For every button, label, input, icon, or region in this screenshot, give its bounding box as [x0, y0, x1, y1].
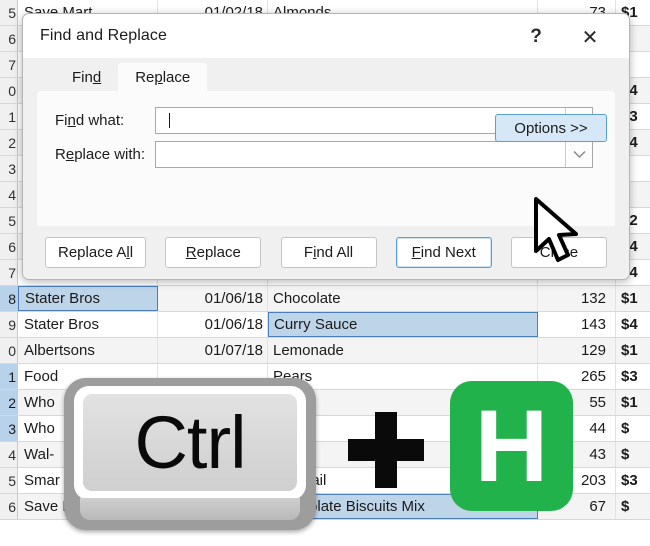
replace-all-button[interactable]: Replace All — [45, 237, 146, 268]
cell-amount[interactable]: $1 — [616, 390, 650, 415]
cell-amount[interactable]: $4 — [616, 312, 650, 337]
row-header[interactable]: 5 — [0, 0, 18, 25]
ctrl-keycap-graphic: Ctrl — [64, 378, 316, 530]
options-button[interactable]: Options >> — [495, 114, 607, 142]
tab-find[interactable]: Find — [55, 63, 118, 91]
row-header[interactable]: 4 — [0, 442, 18, 467]
row-header[interactable]: 2 — [0, 390, 18, 415]
cell-amount[interactable]: $ — [616, 416, 650, 441]
replace-button[interactable]: Replace — [165, 237, 261, 268]
cell-item[interactable]: Chocolate — [268, 286, 538, 311]
find-next-button[interactable]: Find Next — [396, 237, 492, 268]
close-button[interactable]: Close — [511, 237, 607, 268]
row-header[interactable]: 6 — [0, 234, 18, 259]
row-header[interactable]: 8 — [0, 286, 18, 311]
row-header[interactable]: 3 — [0, 156, 18, 181]
row-header[interactable]: 7 — [0, 260, 18, 285]
row-header[interactable]: 5 — [0, 468, 18, 493]
dialog-title: Find and Replace — [23, 27, 167, 45]
find-and-replace-dialog: Find and Replace ? ✕ FindReplace Find wh… — [22, 13, 630, 280]
ctrl-key-label: Ctrl — [134, 406, 245, 480]
table-row[interactable]: 8Stater Bros01/06/18Chocolate132$1 — [0, 286, 650, 312]
cell-store[interactable]: Stater Bros — [18, 286, 158, 311]
cell-quantity[interactable]: 132 — [538, 286, 616, 311]
row-header[interactable]: 3 — [0, 416, 18, 441]
cell-quantity[interactable]: 143 — [538, 312, 616, 337]
plus-sign-icon — [348, 412, 424, 488]
help-question-icon[interactable]: ? — [519, 24, 553, 50]
cell-amount[interactable]: $1 — [616, 286, 650, 311]
tab-replace[interactable]: Replace — [118, 63, 207, 91]
chevron-down-icon[interactable] — [565, 142, 592, 167]
cell-amount[interactable]: $ — [616, 494, 650, 519]
row-header[interactable]: 9 — [0, 312, 18, 337]
row-header[interactable]: 2 — [0, 130, 18, 155]
row-header[interactable]: 6 — [0, 494, 18, 519]
cell-quantity[interactable]: 129 — [538, 338, 616, 363]
cell-amount[interactable]: $3 — [616, 364, 650, 389]
row-header[interactable]: 6 — [0, 26, 18, 51]
row-header[interactable]: 0 — [0, 338, 18, 363]
row-header[interactable]: 4 — [0, 182, 18, 207]
cell-item[interactable]: Curry Sauce — [268, 312, 538, 337]
row-header[interactable]: 7 — [0, 52, 18, 77]
table-row[interactable]: 0Albertsons01/07/18Lemonade129$1 — [0, 338, 650, 364]
cell-date[interactable]: 01/07/18 — [158, 338, 268, 363]
cell-date[interactable]: 01/06/18 — [158, 312, 268, 337]
row-header[interactable]: 1 — [0, 104, 18, 129]
replace-with-row: Replace with: — [37, 139, 615, 169]
row-header[interactable]: 0 — [0, 78, 18, 103]
find-all-button[interactable]: Find All — [281, 237, 377, 268]
table-row[interactable]: 9Stater Bros01/06/18Curry Sauce143$4 — [0, 312, 650, 338]
h-key-badge: H — [450, 381, 573, 511]
dialog-tabs[interactable]: FindReplace — [23, 58, 629, 91]
replace-with-label: Replace with: — [37, 146, 155, 163]
row-header[interactable]: 5 — [0, 208, 18, 233]
h-key-label: H — [475, 395, 549, 497]
row-header[interactable]: 1 — [0, 364, 18, 389]
find-what-label: Find what: — [37, 112, 155, 129]
cell-store[interactable]: Stater Bros — [18, 312, 158, 337]
cell-amount[interactable]: $1 — [616, 338, 650, 363]
dialog-footer: Replace All Replace Find All Find Next Close — [23, 226, 629, 279]
replace-with-input[interactable] — [155, 141, 593, 168]
close-icon[interactable]: ✕ — [573, 24, 607, 50]
dialog-title-bar: Find and Replace ? ✕ — [23, 14, 629, 58]
cell-amount[interactable]: $3 — [616, 468, 650, 493]
cell-store[interactable]: Albertsons — [18, 338, 158, 363]
dialog-body: Find what: Replace with: — [37, 91, 615, 228]
cell-item[interactable]: Lemonade — [268, 338, 538, 363]
text-cursor — [169, 113, 170, 128]
cell-date[interactable]: 01/06/18 — [158, 286, 268, 311]
cell-amount[interactable]: $ — [616, 442, 650, 467]
